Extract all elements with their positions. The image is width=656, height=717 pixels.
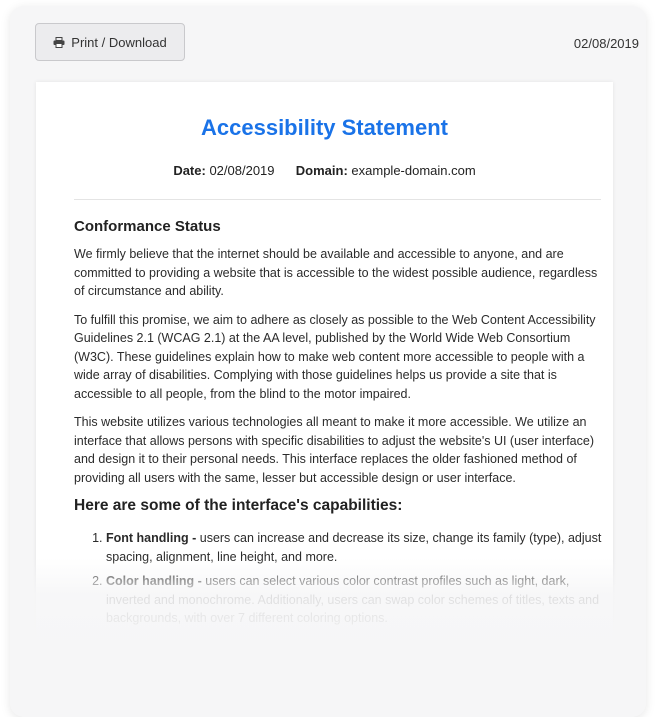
page-title: Accessibility Statement	[201, 115, 448, 140]
list-item: Font handling - users can increase and d…	[106, 529, 609, 566]
paragraph: This website utilizes various technologi…	[74, 415, 594, 485]
domain-label: Domain:	[295, 163, 348, 178]
list-item: Color handling - users can select variou…	[106, 572, 609, 628]
capability-name: Color handling -	[106, 574, 202, 588]
domain-value: example-domain.com	[351, 163, 476, 178]
print-download-label: Print / Download	[71, 34, 167, 50]
conformance-heading: Conformance Status	[74, 218, 221, 235]
paragraph: We firmly believe that the internet shou…	[74, 247, 598, 298]
print-download-button[interactable]: Print / Download	[35, 23, 185, 61]
paragraph: To fulfill this promise, we aim to adher…	[74, 312, 596, 401]
printer-icon	[53, 36, 65, 48]
toolbar-date: 02/08/2019	[573, 36, 639, 51]
statement-content: Conformance Status We firmly believe tha…	[74, 218, 609, 634]
date-value: 02/08/2019	[209, 163, 275, 178]
statement-meta: Date: 02/08/2019 Domain: example-domain.…	[36, 163, 613, 178]
date-label: Date:	[173, 163, 206, 178]
capability-name: Font handling -	[106, 531, 197, 545]
divider	[74, 199, 601, 200]
toolbar: Print / Download 02/08/2019	[10, 6, 646, 78]
statement-card: Accessibility Statement Date: 02/08/2019…	[36, 82, 613, 717]
accessibility-statement-panel: Print / Download 02/08/2019 Accessibilit…	[10, 6, 646, 717]
capabilities-list: Font handling - users can increase and d…	[74, 529, 609, 628]
capabilities-heading: Here are some of the interface's capabil…	[74, 497, 403, 514]
